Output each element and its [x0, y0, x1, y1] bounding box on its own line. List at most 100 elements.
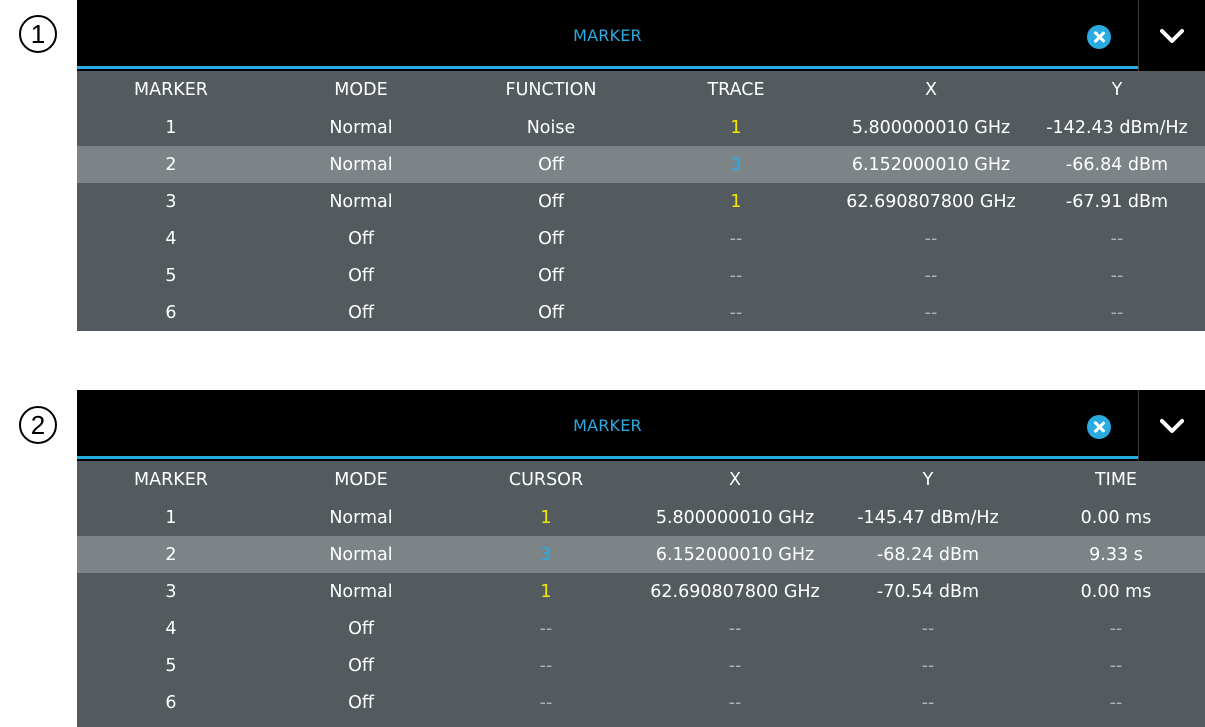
marker-number: 3 [165, 191, 177, 212]
marker-y-value: -142.43 dBm/Hz [1046, 117, 1188, 138]
marker-y-value: -- [921, 692, 935, 713]
marker-number: 6 [165, 692, 177, 713]
marker-number: 2 [165, 544, 177, 565]
column-header-trace: TRACE [707, 80, 765, 100]
chevron-down-icon [1160, 418, 1184, 433]
callout-number-2: 2 [19, 406, 57, 444]
close-icon[interactable] [1087, 25, 1111, 49]
marker-function: Off [538, 154, 564, 175]
table-header-row: MARKER MODE CURSOR X Y TIME [77, 461, 1205, 499]
column-header-time: TIME [1094, 470, 1137, 490]
marker-time-value: -- [1109, 655, 1123, 676]
marker-trace: -- [729, 228, 743, 249]
marker-table-panel-1: MARKER MARKER MODE FUNCTION TRACE X Y 1 … [77, 0, 1205, 331]
column-header-y: Y [922, 470, 934, 490]
marker-mode: Normal [329, 154, 393, 175]
marker-y-value: -- [921, 618, 935, 639]
table-header-row: MARKER MODE FUNCTION TRACE X Y [77, 71, 1205, 109]
marker-y-value: -- [921, 655, 935, 676]
marker-x-value: -- [728, 655, 742, 676]
column-header-x: X [925, 80, 937, 100]
marker-function: Noise [526, 117, 576, 138]
marker-x-value: -- [728, 692, 742, 713]
column-header-function: FUNCTION [505, 80, 597, 100]
marker-y-value: -67.91 dBm [1065, 191, 1169, 212]
marker-mode: Off [348, 302, 374, 323]
chevron-down-icon [1160, 28, 1184, 43]
marker-panel-header: MARKER [77, 390, 1205, 461]
column-header-mode: MODE [334, 80, 388, 100]
marker-y-value: -66.84 dBm [1065, 154, 1169, 175]
close-icon[interactable] [1087, 415, 1111, 439]
table-row[interactable]: 4 Off -- -- -- -- [77, 610, 1205, 647]
marker-number: 1 [165, 507, 177, 528]
marker-cursor: -- [539, 618, 553, 639]
marker-function: Off [538, 228, 564, 249]
marker-mode: Off [348, 692, 374, 713]
marker-mode: Off [348, 618, 374, 639]
table-row[interactable]: 1 Normal Noise 1 5.800000010 GHz -142.43… [77, 109, 1205, 146]
marker-trace: -- [729, 265, 743, 286]
table-row-selected[interactable]: 2 Normal 3 6.152000010 GHz -68.24 dBm 9.… [77, 536, 1205, 573]
marker-number: 1 [165, 117, 177, 138]
marker-time-value: 0.00 ms [1080, 507, 1152, 528]
table-row[interactable]: 3 Normal 1 62.690807800 GHz -70.54 dBm 0… [77, 573, 1205, 610]
marker-number: 4 [165, 618, 177, 639]
marker-trace: -- [729, 302, 743, 323]
marker-time-value: 9.33 s [1089, 544, 1143, 565]
marker-number: 5 [165, 655, 177, 676]
marker-x-value: 62.690807800 GHz [650, 581, 820, 602]
column-header-marker: MARKER [134, 80, 208, 100]
header-accent-line [77, 456, 1138, 459]
table-row-selected[interactable]: 2 Normal Off 3 6.152000010 GHz -66.84 dB… [77, 146, 1205, 183]
panel-title: MARKER [573, 416, 642, 435]
panel-title: MARKER [573, 26, 642, 45]
marker-cursor: 3 [540, 544, 552, 565]
marker-x-value: 6.152000010 GHz [655, 544, 815, 565]
table-row[interactable]: 6 Off -- -- -- -- [77, 684, 1205, 721]
marker-y-value: -145.47 dBm/Hz [857, 507, 999, 528]
marker-number: 2 [165, 154, 177, 175]
table-row[interactable]: 6 Off Off -- -- -- [77, 294, 1205, 331]
collapse-button[interactable] [1138, 390, 1205, 461]
marker-number: 5 [165, 265, 177, 286]
table-row[interactable]: 1 Normal 1 5.800000010 GHz -145.47 dBm/H… [77, 499, 1205, 536]
marker-cursor: 1 [540, 581, 552, 602]
marker-mode: Normal [329, 117, 393, 138]
marker-trace: 1 [730, 117, 742, 138]
marker-mode: Normal [329, 191, 393, 212]
marker-mode: Normal [329, 581, 393, 602]
marker-x-value: 5.800000010 GHz [851, 117, 1011, 138]
marker-x-value: -- [924, 302, 938, 323]
marker-cursor: -- [539, 692, 553, 713]
table-row[interactable]: 4 Off Off -- -- -- [77, 220, 1205, 257]
column-header-x: X [729, 470, 741, 490]
marker-mode: Off [348, 228, 374, 249]
marker-time-value: -- [1109, 692, 1123, 713]
table-row[interactable]: 5 Off -- -- -- -- [77, 647, 1205, 684]
marker-y-value: -- [1110, 302, 1124, 323]
table-row[interactable]: 5 Off Off -- -- -- [77, 257, 1205, 294]
marker-x-value: -- [728, 618, 742, 639]
collapse-button[interactable] [1138, 0, 1205, 71]
column-header-cursor: CURSOR [508, 470, 584, 490]
marker-panel-header: MARKER [77, 0, 1205, 71]
marker-function: Off [538, 302, 564, 323]
marker-function: Off [538, 191, 564, 212]
marker-trace: 3 [730, 154, 742, 175]
marker-number: 6 [165, 302, 177, 323]
marker-x-value: -- [924, 228, 938, 249]
marker-table-panel-2: MARKER MARKER MODE CURSOR X Y TIME 1 Nor… [77, 390, 1205, 727]
column-header-mode: MODE [334, 470, 388, 490]
marker-function: Off [538, 265, 564, 286]
column-header-y: Y [1111, 80, 1123, 100]
marker-y-value: -68.24 dBm [876, 544, 980, 565]
marker-x-value: 6.152000010 GHz [851, 154, 1011, 175]
marker-mode: Normal [329, 544, 393, 565]
marker-x-value: 62.690807800 GHz [846, 191, 1016, 212]
callout-number-1: 1 [19, 15, 57, 53]
marker-trace: 1 [730, 191, 742, 212]
marker-cursor: 1 [540, 507, 552, 528]
header-accent-line [77, 66, 1138, 69]
table-row[interactable]: 3 Normal Off 1 62.690807800 GHz -67.91 d… [77, 183, 1205, 220]
